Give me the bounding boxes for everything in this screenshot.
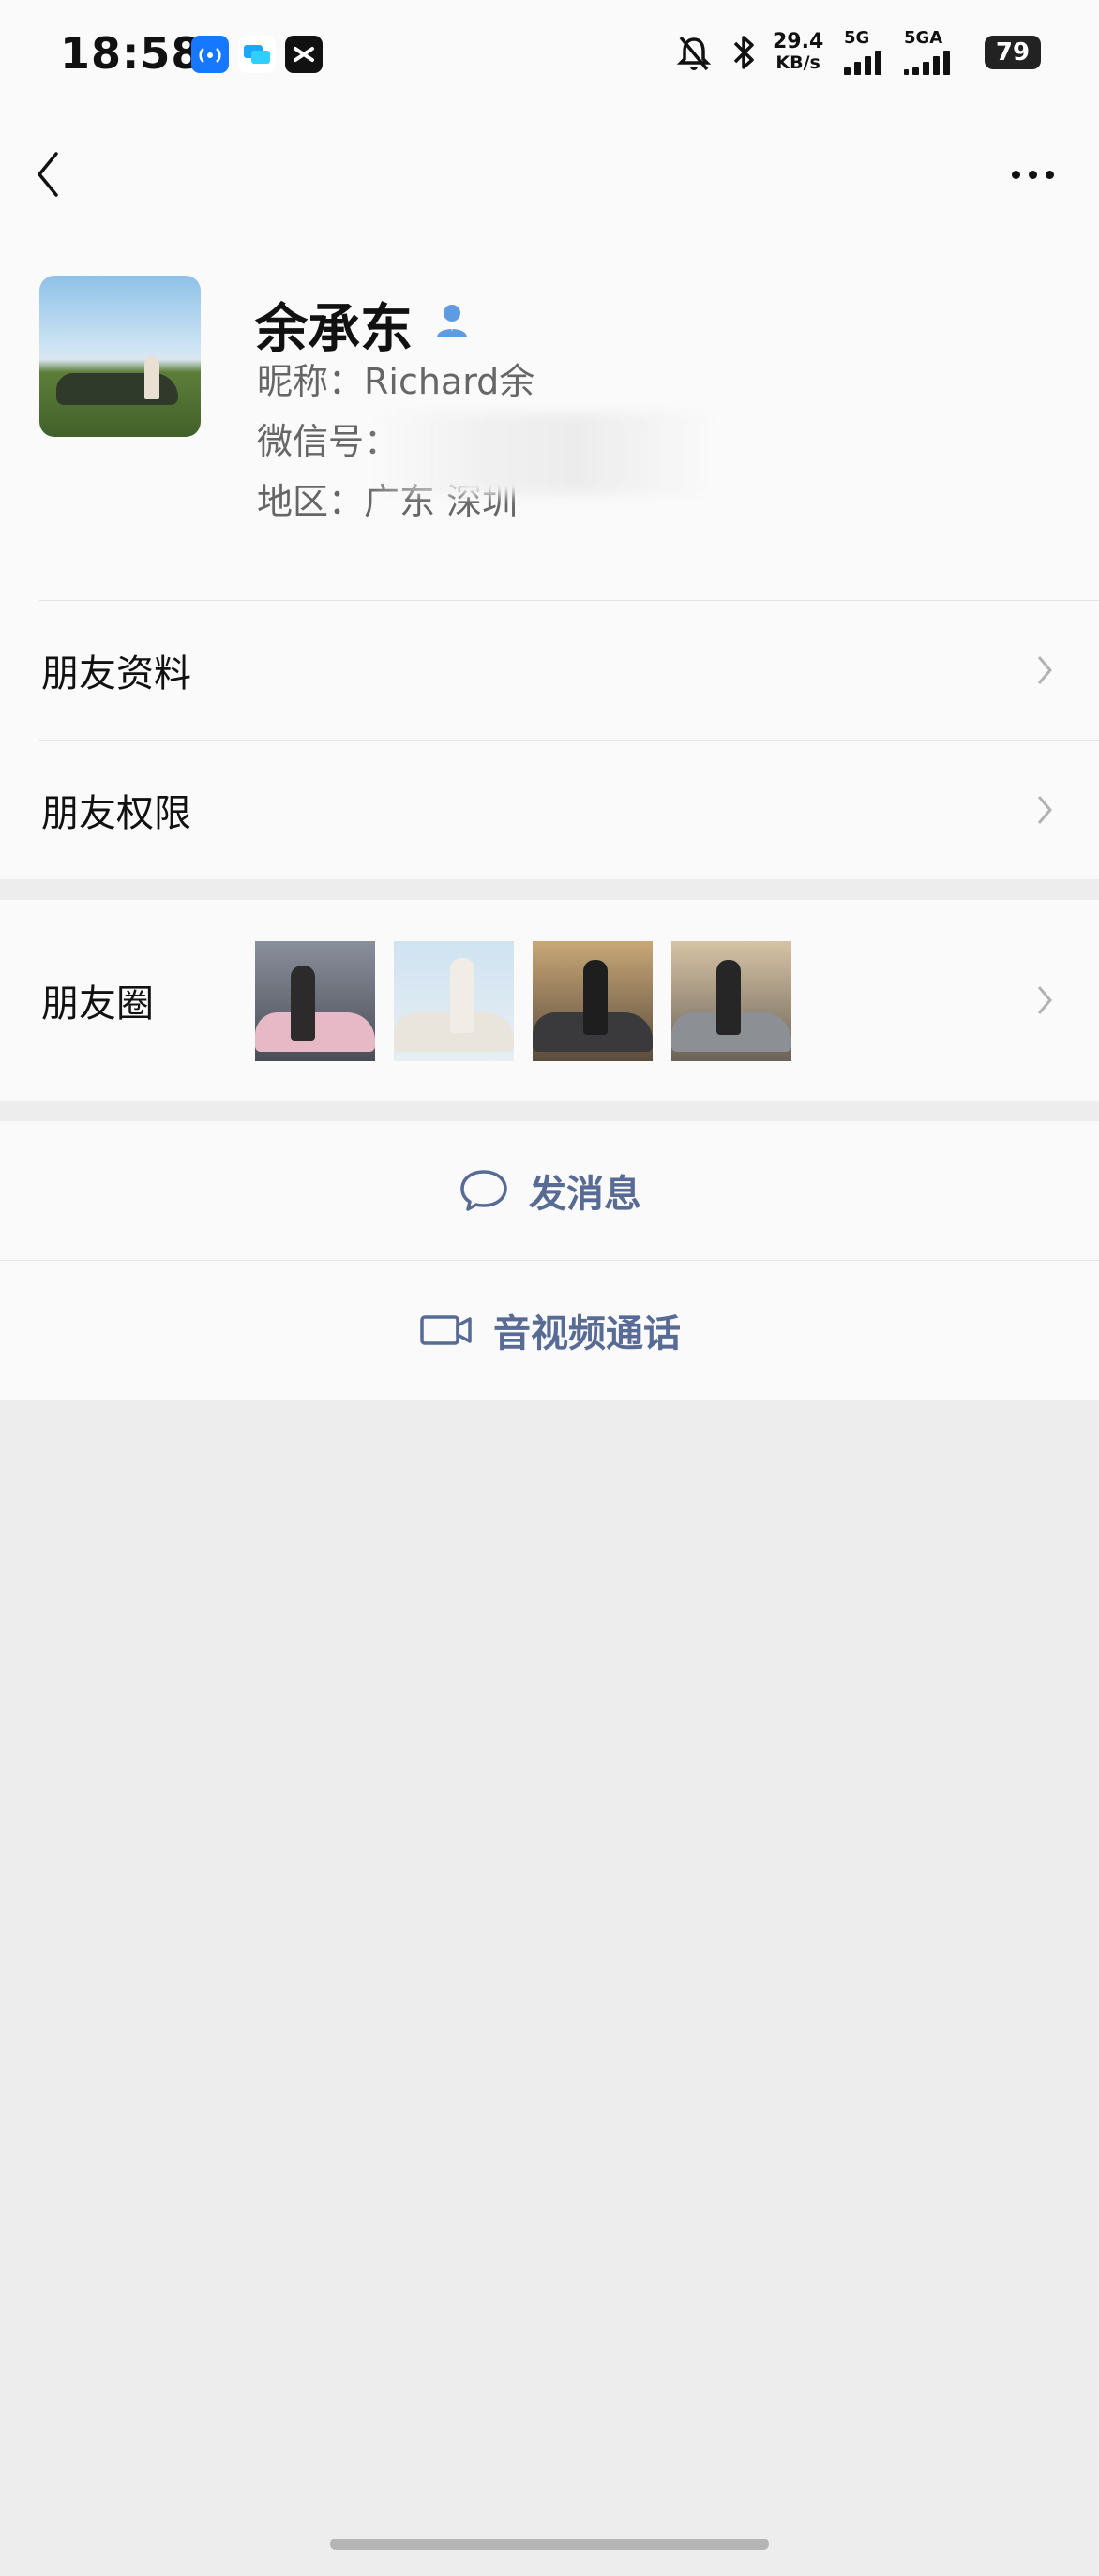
send-message-label: 发消息 <box>529 1173 641 1216</box>
net-speed-unit: KB/s <box>775 52 820 73</box>
home-indicator[interactable] <box>330 2539 769 2550</box>
chat-app-icon <box>238 36 276 73</box>
more-dot-icon <box>1012 171 1020 179</box>
avatar[interactable] <box>39 276 201 437</box>
contact-person-icon <box>431 300 473 345</box>
x-app-icon <box>285 36 323 73</box>
moments-thumbnail[interactable] <box>533 941 653 1061</box>
redacted-wechat-id <box>375 412 713 495</box>
more-dot-icon <box>1046 171 1054 179</box>
profile-card: 余承东 昵称：Richard余 微信号： 地区：广东 深圳 <box>0 244 1099 600</box>
nickname: 昵称：Richard余 <box>257 361 535 402</box>
thumb-car-shape <box>255 1012 375 1052</box>
avatar-person-shape <box>144 356 159 399</box>
header-area: 18:58 29.4 KB/s 5G 5GA 79 余承东 昵称：Richard… <box>0 0 1099 600</box>
nav-bar <box>0 112 1099 244</box>
more-dot-icon <box>1029 171 1037 179</box>
net-speed-value: 29.4 <box>773 30 824 53</box>
moments-thumbnails <box>255 941 791 1061</box>
moments-thumbnail[interactable] <box>671 941 791 1061</box>
mute-bell-icon <box>675 34 713 77</box>
moments-thumbnail[interactable] <box>394 941 514 1061</box>
video-camera-icon <box>420 1315 472 1345</box>
section-gap <box>0 879 1099 900</box>
signal-strength-1: 5G <box>844 30 881 75</box>
moments-label: 朋友圈 <box>41 982 154 1026</box>
network-speed: 29.4 KB/s <box>773 30 824 74</box>
contact-name: 余承东 <box>255 299 413 360</box>
av-call-button[interactable]: 音视频通话 <box>0 1261 1099 1400</box>
signal-1-label: 5G <box>844 28 870 48</box>
friend-info-row[interactable]: 朋友资料 <box>0 601 1099 740</box>
signal-bars-icon <box>844 51 881 75</box>
friend-permissions-row[interactable]: 朋友权限 <box>0 741 1099 879</box>
battery-indicator: 79 <box>985 36 1052 69</box>
signal-2-label: 5GA <box>904 28 943 48</box>
moments-row[interactable]: 朋友圈 <box>0 900 1099 1101</box>
thumb-figure-shape <box>450 958 474 1033</box>
bluetooth-icon <box>728 32 761 77</box>
friend-info-label: 朋友资料 <box>41 652 191 696</box>
thumb-figure-shape <box>583 960 608 1035</box>
avatar-car-shape <box>56 373 178 405</box>
thumb-figure-shape <box>291 966 315 1041</box>
signal-strength-2: 5GA <box>904 30 950 75</box>
moments-thumbnail[interactable] <box>255 941 375 1061</box>
chevron-right-icon <box>1037 656 1052 684</box>
thumb-figure-shape <box>716 960 741 1035</box>
send-message-button[interactable]: 发消息 <box>0 1121 1099 1260</box>
av-call-label: 音视频通话 <box>493 1312 681 1355</box>
chat-bubble-icon <box>460 1170 507 1211</box>
chevron-right-icon <box>1037 796 1052 824</box>
more-options-button[interactable] <box>1012 171 1054 179</box>
chevron-right-icon <box>1037 986 1052 1014</box>
section-gap <box>0 1101 1099 1121</box>
hotspot-app-icon <box>191 36 229 73</box>
back-button[interactable] <box>34 150 62 202</box>
friend-permissions-label: 朋友权限 <box>41 792 191 835</box>
status-bar: 18:58 29.4 KB/s 5G 5GA 79 <box>0 0 1099 112</box>
status-time: 18:58 <box>60 28 203 79</box>
chevron-left-icon <box>37 152 58 197</box>
signal-bars-icon <box>904 51 950 75</box>
